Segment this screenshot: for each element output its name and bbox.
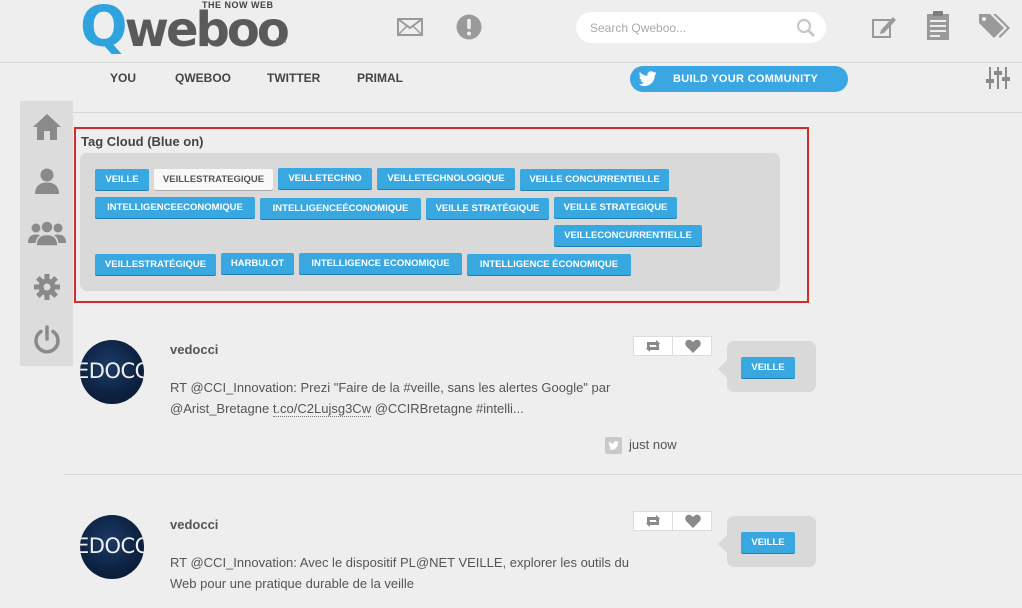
post-divider — [64, 474, 1022, 475]
heart-icon[interactable] — [673, 337, 712, 355]
post-tag-bubble: VEILLE — [718, 341, 816, 392]
logo-wordmark: Qweboo — [80, 0, 290, 60]
feed-post: EDOCC vedocci RT @CCI_Innovation: Prezi … — [64, 313, 1022, 475]
tag-chip[interactable]: INTELLIGENCEÉCONOMIQUE — [260, 198, 421, 219]
retweet-icon[interactable] — [634, 512, 673, 530]
filter-settings-icon[interactable] — [986, 66, 1010, 90]
feed-post: EDOCC vedocci RT @CCI_Innovation: Avec l… — [64, 488, 1022, 608]
post-author[interactable]: vedocci — [170, 342, 218, 357]
search-box — [576, 12, 826, 43]
tag-chip[interactable]: INTELLIGENCE ECONOMIQUE — [299, 253, 462, 274]
tag-chip[interactable]: VEILLE STRATÉGIQUE — [426, 198, 549, 219]
profile-icon[interactable] — [32, 167, 62, 197]
tag-chip[interactable]: VEILLETECHNO — [278, 168, 372, 189]
search-input[interactable] — [590, 18, 790, 38]
mail-icon[interactable] — [396, 16, 424, 38]
tag-chip[interactable]: INTELLIGENCEECONOMIQUE — [95, 197, 255, 218]
avatar[interactable]: EDOCC — [80, 340, 144, 404]
post-tag-bubble: VEILLE — [718, 516, 816, 567]
logo-trademark: TM — [276, 38, 287, 45]
home-icon[interactable] — [32, 113, 62, 143]
tag-chip[interactable]: VEILLETECHNOLOGIQUE — [377, 168, 515, 189]
tag-chip[interactable]: VEILLE CONCURRENTIELLE — [520, 169, 669, 190]
post-link[interactable]: t.co/C2Lujsg3Cw — [272, 401, 372, 417]
post-tag[interactable]: VEILLE — [741, 357, 795, 378]
header: THE NOW WEB Qweboo TM — [0, 0, 1022, 63]
post-actions — [633, 336, 712, 356]
main-nav: YOU QWEBOO TWITTER PRIMAL BUILD YOUR COM… — [0, 64, 1022, 113]
clipboard-icon[interactable] — [924, 10, 952, 42]
tag-chip[interactable]: VEILLE STRATEGIQUE — [554, 197, 677, 218]
tag-chip[interactable]: INTELLIGENCE ÉCONOMIQUE — [467, 254, 631, 275]
tags-icon[interactable] — [977, 11, 1011, 41]
post-tag[interactable]: VEILLE — [741, 532, 795, 553]
twitter-source-icon — [605, 437, 622, 454]
nav-primal[interactable]: PRIMAL — [357, 71, 403, 85]
nav-twitter[interactable]: TWITTER — [267, 71, 320, 85]
post-text: RT @CCI_Innovation: Avec le dispositif P… — [170, 555, 629, 591]
tag-chip[interactable]: VEILLE — [95, 169, 149, 190]
post-author[interactable]: vedocci — [170, 517, 218, 532]
build-community-label: BUILD YOUR COMMUNITY — [673, 73, 819, 85]
post-text: RT @CCI_Innovation: Prezi "Faire de la #… — [170, 380, 611, 417]
post-actions — [633, 511, 712, 531]
tag-chip[interactable]: VEILLECONCURRENTIELLE — [554, 225, 702, 246]
search-icon[interactable] — [796, 18, 816, 38]
nav-divider — [64, 112, 1022, 113]
power-icon[interactable] — [32, 325, 62, 355]
alert-icon[interactable] — [455, 13, 483, 41]
edit-icon[interactable] — [870, 13, 898, 41]
qweboo-logo[interactable]: THE NOW WEB Qweboo TM — [80, 0, 290, 60]
tag-chip-selected[interactable]: VEILLESTRATEGIQUE — [154, 169, 273, 190]
retweet-icon[interactable] — [634, 337, 673, 355]
tag-cloud-title: Tag Cloud (Blue on) — [81, 134, 204, 149]
build-community-button[interactable]: BUILD YOUR COMMUNITY — [630, 66, 848, 92]
nav-you[interactable]: YOU — [110, 71, 136, 85]
twitter-bird-icon — [638, 71, 657, 87]
group-icon[interactable] — [28, 219, 66, 249]
gear-icon[interactable] — [32, 272, 62, 302]
avatar[interactable]: EDOCC — [80, 515, 144, 579]
nav-qweboo[interactable]: QWEBOO — [175, 71, 231, 85]
tag-chip[interactable]: VEILLESTRATÉGIQUE — [95, 254, 216, 275]
tag-chip[interactable]: HARBULOT — [221, 253, 294, 274]
heart-icon[interactable] — [673, 512, 712, 530]
